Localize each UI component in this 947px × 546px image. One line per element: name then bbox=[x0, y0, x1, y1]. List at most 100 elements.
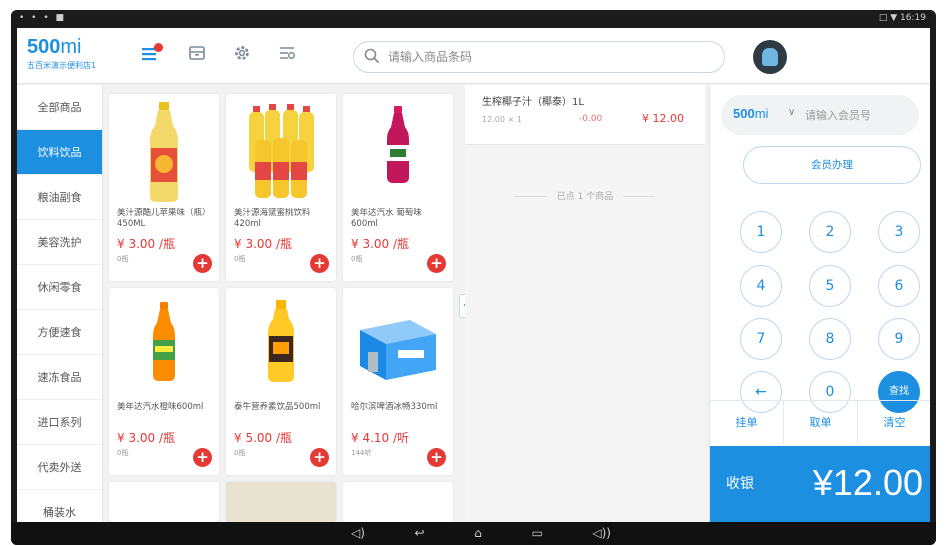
member-brand-suffix: mi bbox=[754, 106, 769, 121]
category-instant-food[interactable]: 方便速食 bbox=[17, 310, 102, 355]
product-card[interactable] bbox=[343, 482, 453, 522]
status-icons: • • • ■ bbox=[19, 13, 67, 23]
hold-order-button[interactable]: 挂单 bbox=[710, 401, 784, 444]
product-price: ¥ 3.00 /瓶 bbox=[351, 237, 410, 251]
keypad-7[interactable]: 7 bbox=[740, 318, 782, 360]
product-name: 美年达汽水橙味600ml bbox=[117, 402, 204, 412]
keypad-1[interactable]: 1 bbox=[740, 211, 782, 253]
order-item-quantity: 12.00 × 1 bbox=[482, 115, 522, 124]
category-beverages[interactable]: 饮料饮品 bbox=[17, 130, 102, 175]
cash-drawer-icon[interactable] bbox=[184, 43, 210, 69]
product-card[interactable]: 美年达汽水橙味600ml ¥ 3.00 /瓶 0瓶 + bbox=[109, 288, 219, 475]
order-actions: 挂单 取单 清空 bbox=[710, 400, 930, 444]
add-to-cart-button[interactable]: + bbox=[193, 254, 212, 273]
product-stock: 0瓶 bbox=[117, 255, 129, 263]
logo-suffix: mi bbox=[60, 36, 82, 58]
tablet-frame: • • • ■ □ ▼ 16:19 500mi 五百米演示便利店1 请输入商品条… bbox=[11, 10, 936, 545]
keypad-5[interactable]: 5 bbox=[809, 265, 851, 307]
notification-badge bbox=[154, 43, 163, 52]
product-stock: 0瓶 bbox=[117, 449, 129, 457]
checkout-panel: 500mi ∨ 会员办理 1 2 3 4 5 6 7 8 9 ← 0 查找 挂单… bbox=[709, 85, 930, 522]
category-bottled-water[interactable]: 桶装水 bbox=[17, 490, 102, 522]
settings-sliders-icon[interactable] bbox=[274, 43, 300, 69]
keypad-8[interactable]: 8 bbox=[809, 318, 851, 360]
add-to-cart-button[interactable]: + bbox=[310, 254, 329, 273]
category-delivery[interactable]: 代卖外送 bbox=[17, 445, 102, 490]
member-number-input[interactable] bbox=[805, 106, 911, 124]
volume-up-icon[interactable]: ◁)) bbox=[592, 526, 611, 540]
checkout-label: 收银 bbox=[726, 476, 754, 492]
energy-drink-bottle-image bbox=[268, 300, 294, 382]
product-price: ¥ 3.00 /瓶 bbox=[117, 237, 176, 251]
avatar[interactable] bbox=[753, 40, 787, 74]
product-name: 美汁源海黛蜜桃饮料420ml bbox=[234, 208, 311, 229]
product-price: ¥ 3.00 /瓶 bbox=[234, 237, 293, 251]
back-icon[interactable]: ↩ bbox=[415, 526, 425, 540]
recent-apps-icon[interactable]: ▭ bbox=[531, 526, 542, 540]
menu-list-icon[interactable] bbox=[137, 43, 163, 69]
product-price: ¥ 5.00 /瓶 bbox=[234, 431, 293, 445]
category-grain-oil[interactable]: 粮油副食 bbox=[17, 175, 102, 220]
member-search[interactable]: 500mi ∨ bbox=[721, 95, 919, 135]
barcode-input[interactable] bbox=[388, 47, 708, 67]
android-nav-bar: ◁) ↩ ⌂ ▭ ◁)) bbox=[11, 522, 936, 545]
product-name: 美年达汽水 葡萄味600ml bbox=[351, 208, 422, 229]
product-card[interactable] bbox=[109, 482, 219, 522]
product-stock: 0瓶 bbox=[234, 255, 246, 263]
retrieve-order-button[interactable]: 取单 bbox=[784, 401, 858, 444]
product-card[interactable] bbox=[226, 482, 336, 522]
product-stock: 0瓶 bbox=[351, 255, 363, 263]
add-to-cart-button[interactable]: + bbox=[427, 254, 446, 273]
peach-juice-pack-image bbox=[249, 104, 314, 198]
keypad-2[interactable]: 2 bbox=[809, 211, 851, 253]
top-header: 500mi 五百米演示便利店1 bbox=[17, 28, 930, 84]
product-stock: 0瓶 bbox=[234, 449, 246, 457]
category-frozen[interactable]: 速冻食品 bbox=[17, 355, 102, 400]
home-icon[interactable]: ⌂ bbox=[474, 526, 482, 540]
category-snacks[interactable]: 休闲零食 bbox=[17, 265, 102, 310]
checkout-total: ¥12.00 bbox=[812, 462, 923, 503]
gear-icon[interactable] bbox=[229, 43, 255, 69]
member-brand: 500 bbox=[733, 106, 755, 121]
product-stock: 144听 bbox=[351, 449, 372, 457]
product-card[interactable]: 美汁源海黛蜜桃饮料420ml ¥ 3.00 /瓶 0瓶 + bbox=[226, 94, 336, 281]
product-card[interactable]: 美年达汽水 葡萄味600ml ¥ 3.00 /瓶 0瓶 + bbox=[343, 94, 453, 281]
orange-soda-bottle-image bbox=[153, 302, 175, 381]
product-price: ¥ 4.10 /听 bbox=[351, 431, 410, 445]
category-imported[interactable]: 进口系列 bbox=[17, 400, 102, 445]
product-name: 哈尔滨啤酒冰畅330ml bbox=[351, 402, 438, 412]
keypad-6[interactable]: 6 bbox=[878, 265, 920, 307]
category-all[interactable]: 全部商品 bbox=[17, 85, 102, 130]
volume-down-icon[interactable]: ◁) bbox=[351, 526, 365, 540]
keypad-3[interactable]: 3 bbox=[878, 211, 920, 253]
store-logo: 500mi 五百米演示便利店1 bbox=[27, 36, 96, 71]
add-to-cart-button[interactable]: + bbox=[427, 448, 446, 467]
chevron-down-icon[interactable]: ∨ bbox=[788, 107, 795, 118]
keypad-4[interactable]: 4 bbox=[740, 265, 782, 307]
status-bar: • • • ■ □ ▼ 16:19 bbox=[11, 10, 936, 28]
checkout-button[interactable]: 收银 ¥12.00 bbox=[710, 446, 930, 522]
product-card[interactable]: 泰牛营养素饮品500ml ¥ 5.00 /瓶 0瓶 + bbox=[226, 288, 336, 475]
order-list: 生榨椰子汁（椰泰）1L 12.00 × 1 -0.00 ¥ 12.00 已点 1… bbox=[465, 85, 705, 522]
grape-soda-bottle-image bbox=[387, 106, 409, 183]
pos-screen: 500mi 五百米演示便利店1 全部商品 bbox=[17, 28, 930, 522]
status-time: □ ▼ 16:19 bbox=[878, 13, 926, 23]
keypad-9[interactable]: 9 bbox=[878, 318, 920, 360]
member-register-button[interactable]: 会员办理 bbox=[743, 146, 921, 184]
order-item-discount: -0.00 bbox=[579, 114, 603, 124]
clear-order-button[interactable]: 清空 bbox=[858, 401, 930, 444]
order-item-name: 生榨椰子汁（椰泰）1L bbox=[482, 97, 584, 108]
barcode-search[interactable] bbox=[353, 41, 725, 73]
order-item[interactable]: 生榨椰子汁（椰泰）1L 12.00 × 1 -0.00 ¥ 12.00 bbox=[465, 85, 705, 145]
product-name: 美汁源酷儿苹果味（瓶）450ML bbox=[117, 208, 211, 229]
beer-case-image bbox=[360, 320, 436, 380]
product-name: 泰牛营养素饮品500ml bbox=[234, 402, 321, 412]
product-grid: 美汁源酷儿苹果味（瓶）450ML ¥ 3.00 /瓶 0瓶 + 美汁源海黛蜜桃饮… bbox=[109, 94, 459, 522]
add-to-cart-button[interactable]: + bbox=[193, 448, 212, 467]
product-card[interactable]: 美汁源酷儿苹果味（瓶）450ML ¥ 3.00 /瓶 0瓶 + bbox=[109, 94, 219, 281]
add-to-cart-button[interactable]: + bbox=[310, 448, 329, 467]
category-beauty[interactable]: 美容洗护 bbox=[17, 220, 102, 265]
product-card[interactable]: 哈尔滨啤酒冰畅330ml ¥ 4.10 /听 144听 + bbox=[343, 288, 453, 475]
search-icon bbox=[364, 48, 380, 64]
logo-brand: 500 bbox=[27, 36, 61, 58]
